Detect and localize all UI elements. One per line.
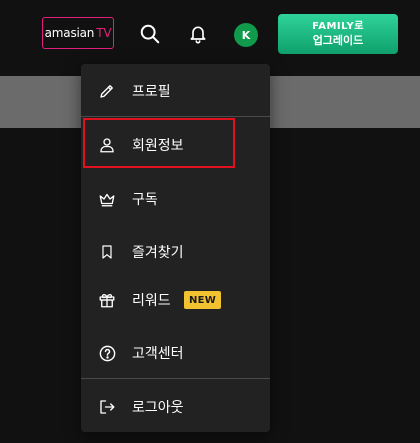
upgrade-family-button[interactable]: FAMILY로 업그레이드 <box>278 14 398 54</box>
menu-divider <box>81 378 270 379</box>
help-circle-icon <box>97 343 117 363</box>
menu-item-favorites[interactable]: 즐겨찾기 <box>81 232 270 272</box>
menu-item-label: 로그아웃 <box>132 400 184 416</box>
menu-item-account-info[interactable]: 회원정보 <box>81 125 270 165</box>
bookmark-icon <box>97 242 117 262</box>
upgrade-label-line2: 업그레이드 <box>312 34 364 47</box>
logout-icon <box>97 397 117 417</box>
menu-item-logout[interactable]: 로그아웃 <box>81 387 270 427</box>
menu-item-profile[interactable]: 프로필 <box>81 71 270 111</box>
crown-icon <box>97 189 117 209</box>
bell-icon <box>190 26 206 44</box>
new-badge: NEW <box>184 291 222 309</box>
search-icon <box>140 24 160 44</box>
search-button[interactable] <box>136 20 164 48</box>
notifications-button[interactable] <box>184 20 212 48</box>
menu-item-label: 리워드 <box>132 293 171 309</box>
upgrade-label-line1: FAMILY로 <box>312 21 364 32</box>
pencil-icon <box>97 81 117 101</box>
amasian-tv-logo[interactable]: amasian TV <box>42 17 114 49</box>
logo-text: amasian <box>44 26 95 40</box>
menu-item-rewards[interactable]: 리워드 NEW <box>81 280 270 320</box>
menu-item-label: 고객센터 <box>132 346 184 362</box>
profile-dropdown-menu: 프로필 회원정보 구독 즐겨찾기 리워드 NEW 고객센터 로그아웃 <box>81 64 270 432</box>
menu-item-label: 프로필 <box>132 84 171 100</box>
user-avatar[interactable]: K <box>234 23 258 47</box>
top-navigation-bar: amasian TV K FAMILY로 업그레이드 <box>0 0 420 66</box>
gift-icon <box>97 290 117 310</box>
menu-item-label: 회원정보 <box>132 138 184 154</box>
menu-item-label: 즐겨찾기 <box>132 245 184 261</box>
logo-tv-text: TV <box>96 26 112 40</box>
user-icon <box>97 135 117 155</box>
menu-item-subscription[interactable]: 구독 <box>81 179 270 219</box>
menu-item-customer-center[interactable]: 고객센터 <box>81 333 270 373</box>
menu-item-label: 구독 <box>132 192 158 208</box>
menu-divider <box>81 116 270 117</box>
